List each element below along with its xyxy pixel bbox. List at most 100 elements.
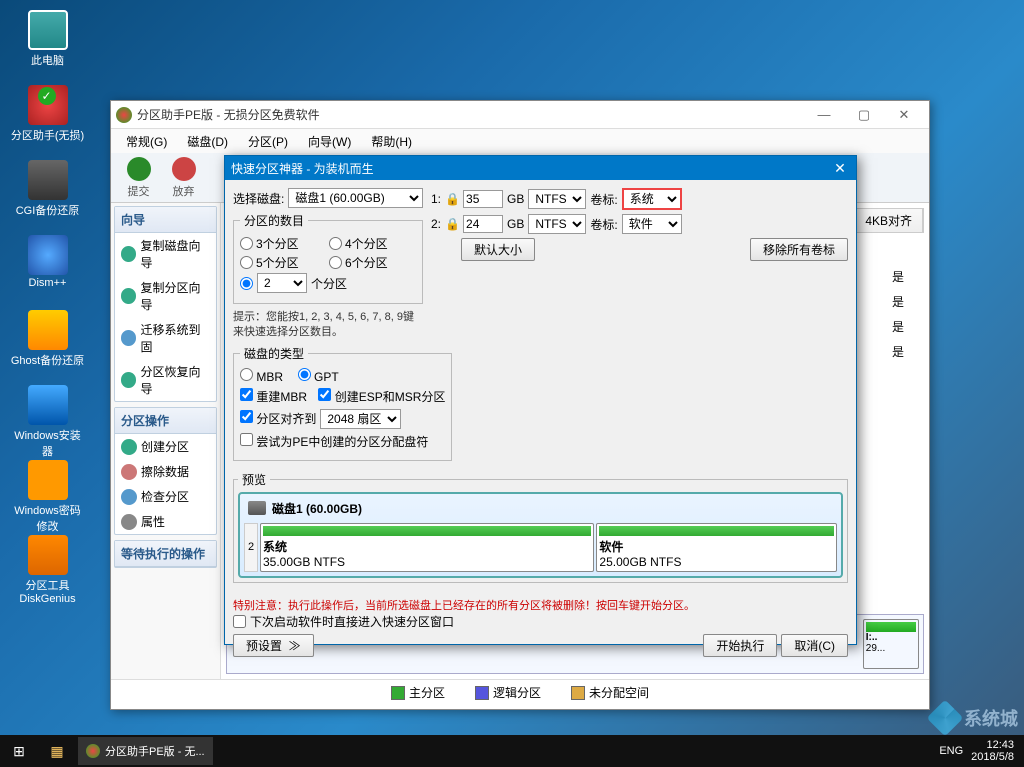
desktop-icon[interactable]: 分区助手(无损) [10,85,85,155]
menu-item[interactable]: 分区(P) [238,133,298,150]
gpt-radio[interactable] [298,368,311,381]
cell-align: 是 [874,315,922,338]
sidebar-group-title: 分区操作 [115,408,216,434]
taskbar-item[interactable]: 分区助手PE版 - 无... [78,737,213,765]
tray-lang[interactable]: ENG [939,745,963,757]
desktop-icon[interactable]: 此电脑 [10,10,85,80]
start-button[interactable]: 开始执行 [703,634,777,657]
sidebar-item-icon [121,330,136,346]
align-check[interactable] [240,410,253,423]
default-size-button[interactable]: 默认大小 [461,238,535,261]
sidebar-item[interactable]: 擦除数据 [115,459,216,484]
desktop-icon[interactable]: Ghost备份还原 [10,310,85,380]
desktop-icon[interactable]: Windows安装器 [10,385,85,455]
desktop-icon-label: Dism++ [10,277,85,289]
sidebar-item-icon [121,514,137,530]
align-select[interactable]: 2048 扇区 [320,409,401,429]
toolbar-button[interactable]: 放弃 [161,157,206,199]
tray-time[interactable]: 12:43 [971,739,1014,751]
desktop-icon-glyph [28,310,68,350]
desktop-icon[interactable]: 分区工具DiskGenius [10,535,85,605]
preview-segment[interactable]: 系统35.00GB NTFS [260,523,594,572]
type-legend: 磁盘的类型 [240,345,308,362]
mbr-radio[interactable] [240,368,253,381]
count-radio[interactable] [329,256,342,269]
menu-item[interactable]: 磁盘(D) [177,133,238,150]
vol-select[interactable]: 系统 [622,188,682,210]
fs-select[interactable]: NTFS [528,214,586,234]
partition-segment[interactable]: I:.. 29... [863,619,919,669]
close-button[interactable]: ✕ [884,101,924,129]
sidebar-item[interactable]: 属性 [115,509,216,534]
sidebar-item-label: 复制磁盘向导 [140,237,210,271]
count-radio[interactable] [329,237,342,250]
dialog-titlebar: 快速分区神器 - 为装机而生 ✕ [225,156,856,180]
sidebar-item-icon [121,439,137,455]
menu-item[interactable]: 向导(W) [298,133,361,150]
count-radio[interactable] [240,237,253,250]
app-icon [116,107,132,123]
count-custom-radio[interactable] [240,277,253,290]
sidebar-item[interactable]: 复制磁盘向导 [115,233,216,275]
preview-seg-name: 软件 [599,540,623,554]
sidebar-group: 等待执行的操作 [114,540,217,568]
col-4kb[interactable]: 4KB对齐 [855,209,923,232]
preview-seg-name: 系统 [263,540,287,554]
partition-row: 2: 🔒 GB NTFS 卷标: 软件 [431,214,848,234]
count-radio[interactable] [240,256,253,269]
try-pe-check[interactable] [240,433,253,446]
legend-unalloc: 未分配空间 [571,684,649,701]
preview-group: 预览 磁盘1 (60.00GB) 2系统35.00GB NTFS软件25.00G… [233,471,848,583]
size-input[interactable] [463,190,503,208]
sidebar-group-title: 向导 [115,207,216,233]
sidebar-item[interactable]: 迁移系统到固 [115,317,216,359]
unit-label: GB [507,192,524,206]
toolbar-button[interactable]: 提交 [116,157,161,199]
dialog-close-button[interactable]: ✕ [830,160,850,177]
disk-icon [248,501,266,515]
cancel-button[interactable]: 取消(C) [781,634,848,657]
maximize-button[interactable]: ▢ [844,101,884,129]
sidebar-item-label: 创建分区 [141,438,189,455]
select-disk-dropdown[interactable]: 磁盘1 (60.00GB) [288,188,423,208]
lock-icon[interactable]: 🔒 [445,192,459,206]
start-button[interactable]: ⊞ [0,735,38,767]
menu-item[interactable]: 常规(G) [116,133,177,150]
legend: 主分区 逻辑分区 未分配空间 [111,679,929,704]
rebuild-mbr-check[interactable] [240,388,253,401]
desktop-icon[interactable]: Dism++ [10,235,85,305]
preview-legend: 预览 [238,471,270,488]
desktop-icon-glyph [28,85,68,125]
sidebar-item-label: 属性 [141,513,165,530]
sidebar-item[interactable]: 检查分区 [115,484,216,509]
size-input[interactable] [463,215,503,233]
sidebar-item-icon [121,372,136,388]
lock-icon[interactable]: 🔒 [445,217,459,231]
sidebar-item[interactable]: 分区恢复向导 [115,359,216,401]
select-disk-label: 选择磁盘: [233,190,284,207]
titlebar: 分区助手PE版 - 无损分区免费软件 — ▢ ✕ [111,101,929,129]
menu-item[interactable]: 帮助(H) [361,133,422,150]
next-launch-check[interactable] [233,615,246,628]
sidebar-item[interactable]: 复制分区向导 [115,275,216,317]
hint-text: 提示：您能按1, 2, 3, 4, 5, 6, 7, 8, 9键来快速选择分区数… [233,310,423,341]
count-custom-select[interactable]: 2 [257,273,307,293]
sidebar-item[interactable]: 创建分区 [115,434,216,459]
desktop-icon[interactable]: CGI备份还原 [10,160,85,230]
fs-select[interactable]: NTFS [528,189,586,209]
desktop-icon-label: Ghost备份还原 [10,352,85,368]
vol-select[interactable]: 软件 [622,214,682,234]
taskbar-explorer-icon[interactable]: ▦ [38,735,76,767]
minimize-button[interactable]: — [804,101,844,129]
watermark-icon [927,700,964,737]
preview-segment[interactable]: 软件25.00GB NTFS [596,523,837,572]
desktop-icon-label: 分区工具DiskGenius [10,577,85,605]
preset-button[interactable]: 预设置 ≫ [233,634,314,657]
partition-index: 2: [431,217,441,231]
desktop-icon[interactable]: Windows密码修改 [10,460,85,530]
esp-msr-check[interactable] [318,388,331,401]
partition-index: 1: [431,192,441,206]
remove-labels-button[interactable]: 移除所有卷标 [750,238,848,261]
tray-date[interactable]: 2018/5/8 [971,751,1014,763]
sidebar-item-icon [121,288,136,304]
